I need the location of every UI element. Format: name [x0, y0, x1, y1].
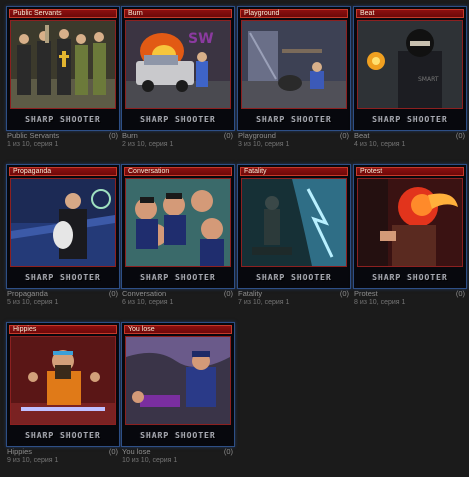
card-title: Protest	[360, 168, 383, 175]
card-name: Beat	[354, 131, 370, 140]
card-count: (0)	[108, 289, 118, 298]
brand-logo: SHARP SHOOTER	[25, 273, 101, 282]
card-name: Propaganda	[7, 289, 48, 298]
brand-logo: SHARP SHOOTER	[256, 273, 332, 282]
card-title-bar: Beat	[356, 9, 464, 18]
card-count: (0)	[339, 289, 349, 298]
card-name: Fatality	[238, 289, 263, 298]
card-name: Hippies	[7, 447, 33, 456]
card-public-servants[interactable]: Public Servants SHARP SHOOTER Public Ser…	[6, 6, 120, 161]
card-title: Beat	[360, 10, 375, 17]
card-series: 6 из 10, серия 1	[122, 299, 174, 306]
card-frame[interactable]: You lose SHARP SHOOTER	[121, 322, 235, 447]
card-title: Burn	[128, 10, 143, 17]
card-frame[interactable]: Burn SW SHARP SHOOTER	[121, 6, 235, 131]
card-title-bar: Public Servants	[9, 9, 117, 18]
brand-logo: SHARP SHOOTER	[140, 431, 216, 440]
card-title: Propaganda	[13, 168, 52, 175]
card-count: (0)	[455, 131, 465, 140]
brand-logo: SHARP SHOOTER	[140, 115, 216, 124]
card-count: (0)	[223, 447, 233, 456]
card-title-bar: Conversation	[124, 167, 232, 176]
trading-card-grid: Public Servants SHARP SHOOTER Public Ser…	[0, 0, 469, 477]
card-title-bar: Fatality	[240, 167, 348, 176]
card-count: (0)	[108, 131, 118, 140]
card-title: You lose	[128, 326, 155, 333]
card-title: Public Servants	[13, 10, 62, 17]
card-frame[interactable]: Protest SHARP SHOOTER	[353, 164, 467, 289]
card-artwork-beat: SMART	[357, 20, 463, 109]
card-name: Burn	[122, 131, 138, 140]
card-artwork-public-servants	[10, 20, 116, 109]
svg-text:SMART: SMART	[418, 76, 439, 83]
card-frame[interactable]: Propaganda SHARP SHOOTER	[6, 164, 120, 289]
card-name: Public Servants	[7, 131, 60, 140]
brand-logo: SHARP SHOOTER	[25, 431, 101, 440]
brand-logo: SHARP SHOOTER	[372, 273, 448, 282]
card-frame[interactable]: Fatality SHARP SHOOTER	[237, 164, 351, 289]
card-artwork-playground	[241, 20, 347, 109]
card-artwork-burn: SW	[125, 20, 231, 109]
card-beat[interactable]: Beat SMART SHARP SHOOTER Beat (0) 4 из 1…	[353, 6, 467, 161]
brand-logo: SHARP SHOOTER	[25, 115, 101, 124]
brand-logo: SHARP SHOOTER	[372, 115, 448, 124]
card-series: 2 из 10, серия 1	[122, 141, 174, 148]
card-playground[interactable]: Playground SHARP SHOOTER Playground (0) …	[237, 6, 351, 161]
card-protest[interactable]: Protest SHARP SHOOTER Protest (0) 8 из 1…	[353, 164, 467, 319]
card-title: Conversation	[128, 168, 170, 175]
card-series: 1 из 10, серия 1	[7, 141, 59, 148]
card-burn[interactable]: Burn SW SHARP SHOOTER Burn (0) 2 из 10, …	[121, 6, 235, 161]
card-frame[interactable]: Beat SMART SHARP SHOOTER	[353, 6, 467, 131]
card-frame[interactable]: Hippies SHARP SHOOTER	[6, 322, 120, 447]
card-count: (0)	[223, 289, 233, 298]
card-name: Protest	[354, 289, 378, 298]
card-hippies[interactable]: Hippies SHARP SHOOTER Hippies (0) 9 из 1…	[6, 322, 120, 477]
card-fatality[interactable]: Fatality SHARP SHOOTER Fatality (0) 7 из…	[237, 164, 351, 319]
brand-logo: SHARP SHOOTER	[256, 115, 332, 124]
card-series: 4 из 10, серия 1	[354, 141, 406, 148]
card-name: Conversation	[122, 289, 167, 298]
card-title: Hippies	[13, 326, 37, 333]
card-artwork-fatality	[241, 178, 347, 267]
card-name: Playground	[238, 131, 276, 140]
card-propaganda[interactable]: Propaganda SHARP SHOOTER Propaganda (0) …	[6, 164, 120, 319]
card-title-bar: Propaganda	[9, 167, 117, 176]
card-frame[interactable]: Conversation SHARP SHOOTER	[121, 164, 235, 289]
card-series: 7 из 10, серия 1	[238, 299, 290, 306]
card-title-bar: Protest	[356, 167, 464, 176]
card-frame[interactable]: Public Servants SHARP SHOOTER	[6, 6, 120, 131]
card-count: (0)	[108, 447, 118, 456]
brand-logo: SHARP SHOOTER	[140, 273, 216, 282]
card-artwork-propaganda	[10, 178, 116, 267]
card-title-bar: You lose	[124, 325, 232, 334]
card-artwork-protest	[357, 178, 463, 267]
card-name: You lose	[122, 447, 151, 456]
card-title-bar: Burn	[124, 9, 232, 18]
card-artwork-conversation	[125, 178, 231, 267]
card-title: Fatality	[244, 168, 267, 175]
card-series: 10 из 10, серия 1	[122, 457, 178, 464]
card-frame[interactable]: Playground SHARP SHOOTER	[237, 6, 351, 131]
card-series: 5 из 10, серия 1	[7, 299, 59, 306]
card-series: 8 из 10, серия 1	[354, 299, 406, 306]
svg-text:SW: SW	[188, 31, 214, 47]
card-title: Playground	[244, 10, 280, 17]
card-count: (0)	[339, 131, 349, 140]
card-title-bar: Playground	[240, 9, 348, 18]
card-count: (0)	[455, 289, 465, 298]
card-you-lose[interactable]: You lose SHARP SHOOTER You lose (0) 10 и…	[121, 322, 235, 477]
card-count: (0)	[223, 131, 233, 140]
card-title-bar: Hippies	[9, 325, 117, 334]
card-conversation[interactable]: Conversation SHARP SHOOTER Conversation …	[121, 164, 235, 319]
card-artwork-you-lose	[125, 336, 231, 425]
card-artwork-hippies	[10, 336, 116, 425]
card-series: 3 из 10, серия 1	[238, 141, 290, 148]
card-series: 9 из 10, серия 1	[7, 457, 59, 464]
